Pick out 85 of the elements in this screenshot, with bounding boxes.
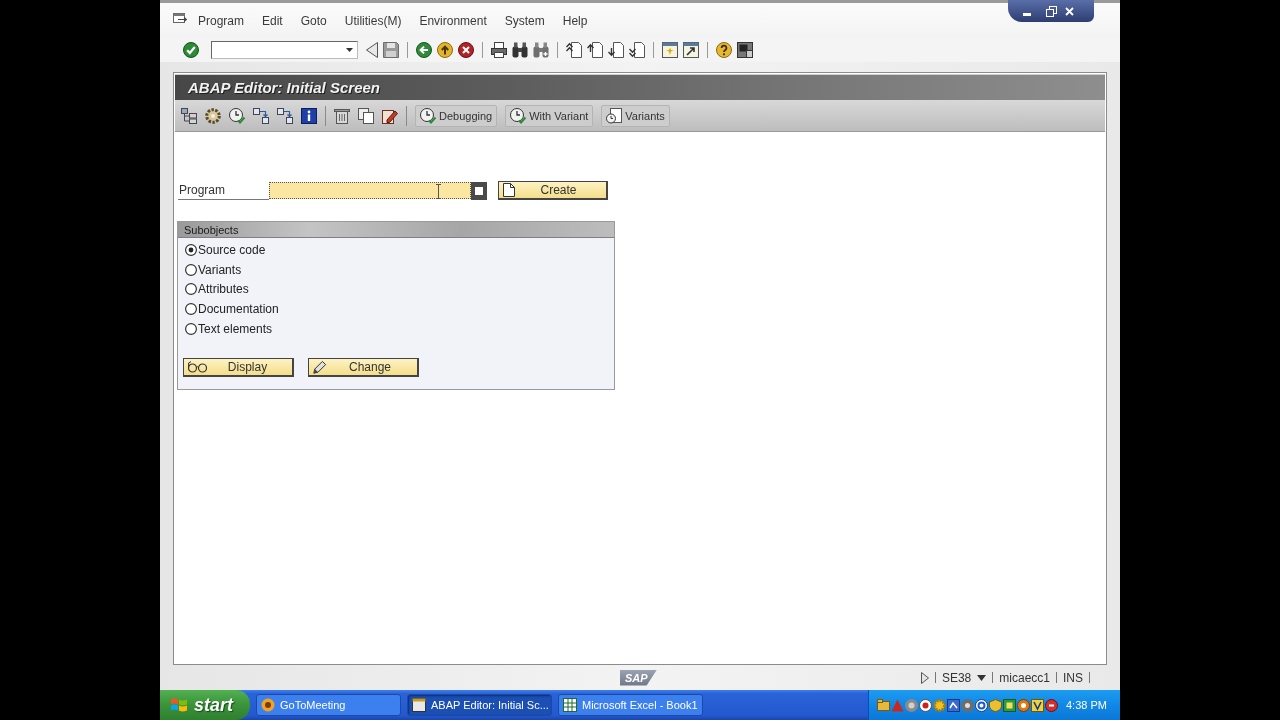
page-arrow-icon[interactable]	[629, 42, 645, 58]
menu-item[interactable]: Edit	[262, 14, 283, 28]
check-icon[interactable]	[183, 42, 199, 58]
create-button[interactable]: Create	[498, 181, 608, 200]
hierarchy-icon[interactable]	[181, 107, 197, 124]
toolbar-button[interactable]: With Variant	[505, 104, 594, 127]
triangle-icon[interactable]	[366, 42, 378, 58]
flower-icon	[261, 698, 275, 712]
caret-down-icon[interactable]	[977, 674, 987, 681]
page-icon	[503, 183, 515, 197]
search-icon[interactable]	[512, 42, 528, 58]
print-icon[interactable]	[491, 42, 507, 58]
restore-icon[interactable]	[1046, 5, 1057, 17]
radio-label[interactable]: Source code	[198, 242, 266, 257]
clock-icon	[510, 107, 527, 124]
up-arrow-icon[interactable]	[437, 42, 453, 58]
gear-icon[interactable]	[205, 107, 221, 124]
change-button[interactable]: Change	[308, 357, 419, 377]
trash-icon[interactable]	[334, 107, 350, 124]
help-icon[interactable]	[716, 42, 732, 58]
left-arrow-icon[interactable]	[416, 42, 432, 58]
radio-button[interactable]	[185, 303, 197, 316]
new-window-icon[interactable]	[662, 42, 678, 58]
monitor-icon[interactable]	[737, 42, 753, 58]
tray-icon[interactable]	[1031, 698, 1044, 712]
display-button[interactable]: Display	[183, 357, 294, 377]
toolbar-button[interactable]: Debugging	[415, 104, 498, 127]
radio-button[interactable]	[185, 283, 197, 296]
glasses-icon	[188, 360, 207, 373]
taskbar-button[interactable]: GoToMeeting	[256, 694, 401, 716]
radio-button[interactable]	[185, 243, 197, 256]
start-button[interactable]: start	[160, 690, 250, 720]
info-icon[interactable]	[301, 107, 317, 124]
radio-label[interactable]: Attributes	[198, 282, 249, 297]
program-field[interactable]	[269, 182, 471, 199]
page-arrow-icon[interactable]	[566, 42, 582, 58]
menu-item[interactable]: System	[504, 14, 545, 28]
tray-icon[interactable]	[975, 698, 988, 712]
screen-title: ABAP Editor: Initial Screen	[188, 79, 380, 96]
copy-icon[interactable]	[358, 107, 374, 124]
toolbar-button[interactable]: Variants	[601, 104, 670, 127]
input-mode: INS	[1063, 670, 1083, 685]
arrow-boxes-icon[interactable]	[253, 107, 269, 124]
cancel-icon[interactable]	[458, 42, 474, 58]
tray-icon[interactable]	[1003, 698, 1016, 712]
radio-label[interactable]: Text elements	[198, 321, 273, 336]
transaction-code[interactable]: SE38	[941, 670, 972, 685]
window-menu-icon[interactable]	[173, 13, 187, 23]
radio-button[interactable]	[185, 322, 197, 335]
taskbar-button[interactable]: ABAP Editor: Initial Sc...	[407, 694, 552, 716]
taskbar-button[interactable]: Microsoft Excel - Book1	[558, 694, 703, 716]
server-name: micaecc1	[999, 670, 1050, 685]
tray-icon[interactable]	[1045, 698, 1058, 712]
clock-icon[interactable]	[229, 107, 245, 124]
page-arrow-icon[interactable]	[608, 42, 624, 58]
menu-item[interactable]: Help	[562, 14, 588, 28]
arrow-boxes-icon[interactable]	[277, 107, 293, 124]
triangle-icon[interactable]	[920, 671, 929, 684]
clock: 4:38 PM	[1066, 699, 1107, 711]
binoculars-plus-icon[interactable]	[533, 42, 549, 58]
spreadsheet-icon	[563, 698, 577, 712]
tray-icon[interactable]	[919, 698, 932, 712]
page-clock-icon	[606, 107, 623, 124]
clock-icon	[420, 107, 436, 124]
radio-label[interactable]: Documentation	[198, 302, 279, 317]
menu-item[interactable]: Goto	[300, 14, 327, 28]
menu-item[interactable]: Environment	[419, 14, 487, 28]
command-field[interactable]	[211, 41, 358, 59]
text-cursor-icon	[436, 184, 441, 199]
tray-icon[interactable]	[947, 698, 960, 712]
pencil-icon	[313, 359, 327, 374]
window-icon	[412, 698, 426, 712]
edit-page-icon[interactable]	[382, 107, 398, 124]
sap-logo: SAP	[620, 669, 657, 686]
square-icon[interactable]	[471, 181, 487, 200]
page-arrow-icon[interactable]	[587, 42, 603, 58]
radio-button[interactable]	[185, 263, 197, 276]
windows-flag-icon	[170, 697, 188, 713]
dropdown-caret-icon[interactable]	[346, 48, 353, 52]
radio-label[interactable]: Variants	[198, 262, 242, 277]
close-icon[interactable]	[1065, 6, 1074, 16]
menu-item[interactable]: Utilities(M)	[344, 14, 402, 28]
tray-icon[interactable]	[1017, 698, 1030, 712]
group-title: Subobjects	[178, 222, 614, 238]
menu-item[interactable]: Program	[198, 14, 244, 28]
